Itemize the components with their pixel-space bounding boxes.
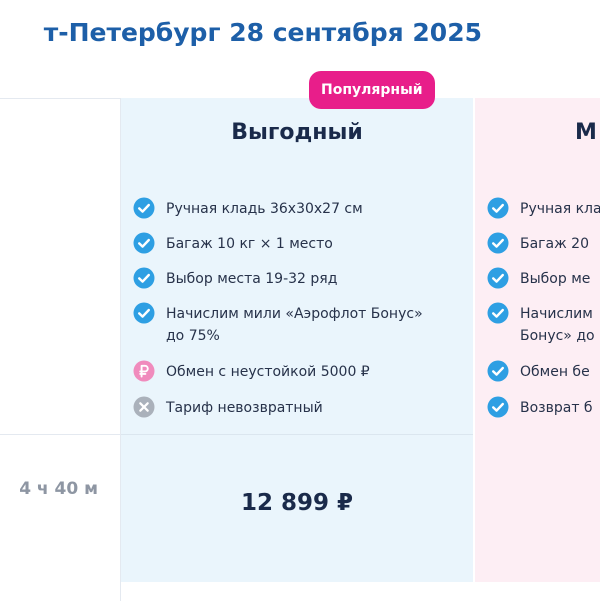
tariff-card-vygodny[interactable]: Популярный Выгодный Ручная кладь 36x30x2… xyxy=(121,71,473,582)
page-title-text: т-Петербург 28 сентября 2025 xyxy=(43,18,482,47)
tariff-name: Выгодный xyxy=(231,120,363,145)
check-icon xyxy=(487,396,509,418)
feature-text: Возврат б xyxy=(520,400,593,416)
check-icon xyxy=(133,197,155,219)
page-title: т-Петербург 28 сентября 2025 xyxy=(0,16,600,56)
check-icon xyxy=(133,302,155,324)
flight-duration: 4 ч 40 м xyxy=(19,479,98,499)
feature-text: Багаж 20 xyxy=(520,236,589,252)
check-icon xyxy=(487,267,509,289)
feature-miles: Начислим Бонус» до xyxy=(475,302,600,362)
feature-miles: Начислим мили «Аэрофлот Бонус» до 75% xyxy=(121,302,473,362)
feature-text: Тариф невозвратный xyxy=(166,400,323,416)
tariff-card-next[interactable]: М Ручная кла Багаж 20 Выбор ме Начислим … xyxy=(475,98,600,582)
check-icon xyxy=(487,197,509,219)
row-divider xyxy=(0,434,120,435)
check-icon xyxy=(487,232,509,254)
feature-text: Обмен с неустойкой 5000 ₽ xyxy=(166,364,370,380)
flight-info-column: 4 ч 40 м xyxy=(0,98,121,601)
feature-text: Начислим мили «Аэрофлот Бонус» до 75% xyxy=(166,306,423,344)
feature-text: Ручная кла xyxy=(520,201,600,217)
feature-text: Обмен бе xyxy=(520,364,590,380)
cross-icon xyxy=(133,396,155,418)
feature-text: Выбор места 19-32 ряд xyxy=(166,271,338,287)
check-icon xyxy=(133,232,155,254)
tariff-price[interactable]: 12 899 ₽ xyxy=(121,490,473,516)
row-divider xyxy=(121,434,473,435)
feature-text: Начислим xyxy=(520,306,593,322)
tariff-name: М xyxy=(575,120,597,145)
feature-text: Бонус» до xyxy=(520,328,595,344)
check-icon xyxy=(487,360,509,382)
check-icon xyxy=(133,267,155,289)
feature-text: Ручная кладь 36x30x27 см xyxy=(166,201,363,217)
popular-badge: Популярный xyxy=(309,71,435,109)
feature-refund: Возврат б xyxy=(475,396,600,440)
ruble-icon xyxy=(133,360,155,382)
check-icon xyxy=(487,302,509,324)
feature-text: Багаж 10 кг × 1 место xyxy=(166,236,333,252)
feature-text: Выбор ме xyxy=(520,271,591,287)
